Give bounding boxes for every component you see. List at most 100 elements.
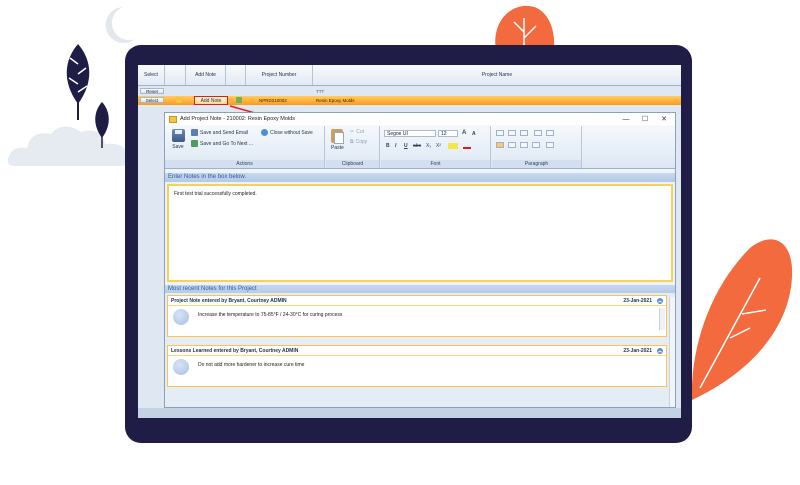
cloud-icon xyxy=(7,126,130,166)
numbered-list-icon[interactable] xyxy=(508,130,516,136)
underline-button[interactable]: U xyxy=(404,143,408,149)
actions-group-label: Actions xyxy=(165,160,324,168)
save-send-email-label: Save and Send Email xyxy=(200,129,249,136)
recent-notes-scrollbar[interactable] xyxy=(669,297,675,407)
bold-button[interactable]: B xyxy=(386,143,390,149)
scissors-icon: ✂ xyxy=(350,129,355,135)
add-project-note-dialog: Add Project Note - 210002: Resin Epoxy M… xyxy=(164,112,676,408)
orange-leaf-right-icon xyxy=(691,239,793,400)
ribbon-toolbar: Save Save and Send Email Close without S… xyxy=(165,125,675,169)
close-without-save-button[interactable]: Close without Save xyxy=(261,129,313,136)
floppy-disk-icon xyxy=(171,129,185,142)
superscript-button[interactable]: X² xyxy=(436,143,441,149)
font-size-select[interactable]: 12 xyxy=(438,130,458,137)
row1-cell: TTT xyxy=(316,89,325,94)
close-button[interactable]: ✕ xyxy=(655,113,673,125)
save-button[interactable]: Save xyxy=(170,129,186,155)
copy-button[interactable]: ⧉ Copy xyxy=(350,139,367,145)
avatar xyxy=(173,359,189,375)
avatar xyxy=(173,309,189,325)
save-send-email-button[interactable]: Save and Send Email xyxy=(191,129,248,136)
note-editor-text[interactable]: First test trial successfully completed. xyxy=(174,191,257,197)
dialog-title: Add Project Note - 210002: Resin Epoxy M… xyxy=(180,116,295,122)
minimize-button[interactable]: — xyxy=(617,113,635,125)
paste-button[interactable]: Paste xyxy=(331,129,345,151)
note-scrollbar[interactable] xyxy=(659,308,665,330)
col-header-blank xyxy=(165,65,186,85)
paste-icon xyxy=(331,129,345,144)
save-next-icon xyxy=(191,140,198,147)
note-text: Do not add more hardener to increase cur… xyxy=(198,362,305,368)
ribbon-group-actions: Save Save and Send Email Close without S… xyxy=(165,126,325,168)
note-title: Lessons Learned entered by Bryant, Court… xyxy=(171,347,299,354)
col-header-project-name[interactable]: Project Name xyxy=(313,65,681,85)
increase-indent-icon[interactable] xyxy=(546,130,554,136)
note-date: 23-Jan-2021 xyxy=(623,348,652,354)
decrease-indent-icon[interactable] xyxy=(534,130,542,136)
illustration-stage: Select Add Note Project Number Project N… xyxy=(0,0,800,485)
highlight-color-icon[interactable] xyxy=(448,143,458,149)
maximize-button[interactable]: ☐ xyxy=(636,113,654,125)
line-spacing-icon[interactable] xyxy=(546,142,554,148)
close-nosave-icon xyxy=(261,129,268,136)
ribbon-group-clipboard: Paste ✂ Cut ⧉ Copy Clipboard xyxy=(326,126,380,168)
recent-notes-panel: Project Note entered by Bryant, Courtney… xyxy=(165,293,675,407)
note-date: 23-Jan-2021 xyxy=(623,298,652,304)
col-header-project-number[interactable]: Project Number xyxy=(246,65,313,85)
align-right-icon[interactable] xyxy=(520,142,528,148)
note-body: Increase the temperature to 75-85°F / 24… xyxy=(168,306,666,332)
note-editor[interactable]: First test trial successfully completed. xyxy=(167,184,673,282)
col-header-select[interactable]: Select xyxy=(138,65,165,85)
cut-label: Cut xyxy=(356,129,364,135)
save-go-next-button[interactable]: Save and Go To Next ... xyxy=(191,140,253,147)
copy-label: Copy xyxy=(355,139,368,145)
project-name-cell: Resin Epoxy Molds xyxy=(316,98,355,103)
email-save-icon xyxy=(191,129,198,136)
moon-icon xyxy=(105,7,135,43)
recent-note-card: Project Note entered by Bryant, Courtney… xyxy=(167,295,667,337)
col-header-icon xyxy=(226,65,246,85)
note-header: Lessons Learned entered by Bryant, Court… xyxy=(168,346,666,356)
font-family-select[interactable]: Segoe UI xyxy=(384,130,436,137)
shrink-font-button[interactable]: A xyxy=(472,131,476,137)
col-header-add-note[interactable]: Add Note xyxy=(186,65,226,85)
refresh-icon xyxy=(236,97,242,103)
justify-icon[interactable] xyxy=(532,142,540,148)
italic-button[interactable]: I xyxy=(395,143,396,149)
ribbon-group-paragraph: Paragraph xyxy=(492,126,582,168)
app-screen: Select Add Note Project Number Project N… xyxy=(138,65,681,418)
small-leaf-icon xyxy=(95,102,109,148)
collapse-chevron-icon[interactable]: ︽ xyxy=(657,348,663,354)
font-group-label: Font xyxy=(381,160,490,168)
save-go-next-label: Save and Go To Next ... xyxy=(200,140,253,147)
note-title: Project Note entered by Bryant, Courtney… xyxy=(171,297,287,304)
copy-icon: ⧉ xyxy=(350,139,354,145)
collapse-chevron-icon[interactable]: ︽ xyxy=(657,298,663,304)
grow-font-button[interactable]: A xyxy=(462,130,466,136)
folder-icon xyxy=(176,97,182,103)
align-left-icon[interactable] xyxy=(496,142,504,148)
paragraph-group-label: Paragraph xyxy=(492,160,581,168)
select-button[interactable]: Select xyxy=(140,97,164,103)
clipboard-group-label: Clipboard xyxy=(326,160,379,168)
font-color-icon[interactable] xyxy=(463,143,471,149)
cut-button[interactable]: ✂ Cut xyxy=(350,129,364,135)
add-note-button[interactable]: Add Note xyxy=(194,96,228,105)
subscript-button[interactable]: X₂ xyxy=(426,143,431,149)
reset-button[interactable]: Reset xyxy=(140,88,164,94)
strikethrough-button[interactable]: abc xyxy=(413,143,421,149)
note-header: Project Note entered by Bryant, Courtney… xyxy=(168,296,666,306)
save-button-label: Save xyxy=(172,144,184,150)
ribbon-group-font: Segoe UI 12 A A B I U abc X₂ X² Font xyxy=(381,126,491,168)
status-strip xyxy=(138,408,681,418)
multilevel-list-icon[interactable] xyxy=(520,130,528,136)
editor-heading: Enter Notes in the box below. xyxy=(165,173,675,182)
note-text: Increase the temperature to 75-85°F / 24… xyxy=(198,312,343,318)
paste-label: Paste xyxy=(331,145,344,151)
dialog-titlebar: Add Project Note - 210002: Resin Epoxy M… xyxy=(165,113,675,125)
bullet-list-icon[interactable] xyxy=(496,130,504,136)
note-body: Do not add more hardener to increase cur… xyxy=(168,356,666,382)
recent-note-card: Lessons Learned entered by Bryant, Court… xyxy=(167,345,667,387)
align-center-icon[interactable] xyxy=(508,142,516,148)
project-number-cell: NPRD210002 xyxy=(259,98,287,103)
